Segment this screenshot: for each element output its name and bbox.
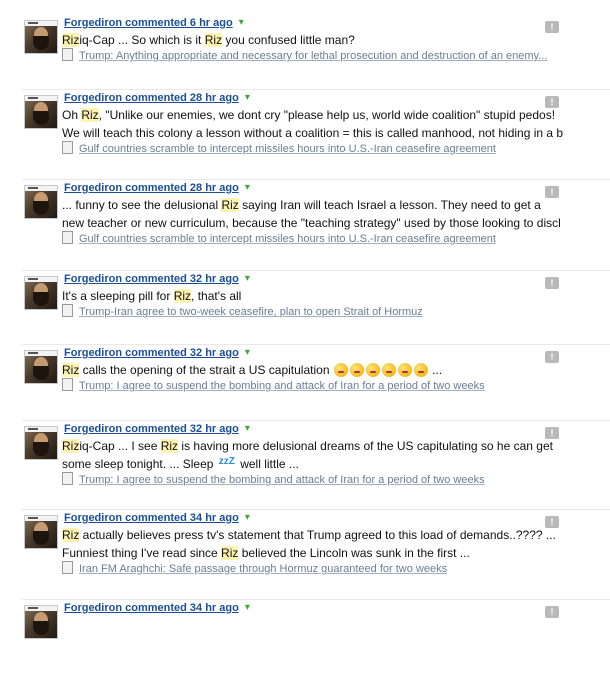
comment-author-link[interactable]: Forgediron commented 32 hr ago <box>64 423 239 435</box>
user-avatar[interactable] <box>24 515 58 549</box>
article-title: Gulf countries scramble to intercept mis… <box>79 143 496 155</box>
comment-text: Riz actually believes press tv's stateme… <box>62 526 610 562</box>
article-source-link[interactable]: Trump: Anything appropriate and necessar… <box>62 48 547 62</box>
document-icon <box>62 561 73 574</box>
comment-text-segment: It's a sleeping pill for <box>62 289 174 303</box>
comment-text-segment: new teacher or new curriculum, because t… <box>62 216 561 230</box>
comment-item: Forgediron commented 34 hr ago ▾! Riz actu… <box>0 509 610 589</box>
emoji-icon <box>413 363 428 377</box>
comment-text-segment: is having more delusional dreams of the … <box>178 439 553 453</box>
highlighted-term: Riz <box>160 439 179 453</box>
article-source-link[interactable]: Iran FM Araghchi: Safe passage through H… <box>62 561 447 575</box>
comment-text-segment: iq-Cap ... I see <box>79 439 161 453</box>
document-icon <box>62 231 73 244</box>
document-icon <box>62 141 73 154</box>
user-avatar[interactable] <box>24 276 58 310</box>
comment-text-segment: iq-Cap ... So which is it <box>79 33 205 47</box>
dropdown-arrow-icon[interactable]: ▾ <box>245 512 250 523</box>
comment-author-link[interactable]: Forgediron commented 34 hr ago <box>64 512 239 524</box>
user-avatar[interactable] <box>24 20 58 54</box>
article-title: Trump: I agree to suspend the bombing an… <box>79 380 485 392</box>
highlighted-term: Riz <box>62 363 80 377</box>
dropdown-arrow-icon[interactable]: ▾ <box>245 423 250 434</box>
comment-author-link[interactable]: Forgediron commented 28 hr ago <box>64 182 239 194</box>
emoji-icon <box>349 363 364 377</box>
comment-text-segment: ... <box>428 363 443 377</box>
article-source-link[interactable]: Gulf countries scramble to intercept mis… <box>62 141 496 155</box>
comment-item: Forgediron commented 32 hr ago ▾! It's a s… <box>0 270 610 350</box>
comment-text: ... funny to see the delusional Riz sayi… <box>62 196 610 232</box>
user-avatar[interactable] <box>24 426 58 460</box>
article-title: Trump-Iran agree to two-week ceasefire, … <box>79 306 423 318</box>
highlighted-term: Riz <box>62 528 80 542</box>
comment-text-segment: believed the Lincoln was sunk in the fir… <box>238 546 470 560</box>
highlighted-term: Riz <box>62 439 80 453</box>
comment-item: Forgediron commented 34 hr ago ▾! <box>0 599 610 679</box>
highlighted-term: Riz <box>204 33 223 47</box>
comment-text-segment: We will teach this colony a lesson witho… <box>62 126 564 140</box>
user-avatar[interactable] <box>24 185 58 219</box>
user-avatar[interactable] <box>24 95 58 129</box>
comment-text-segment: some sleep tonight. ... Sleep <box>62 457 217 471</box>
article-source-link[interactable]: Gulf countries scramble to intercept mis… <box>62 231 496 245</box>
dropdown-arrow-icon[interactable]: ▾ <box>245 602 250 613</box>
comment-item: Forgediron commented 32 hr ago ▾! Riziq-Ca… <box>0 420 610 500</box>
comment-text-segment: , that's all <box>191 289 242 303</box>
comment-text: It's a sleeping pill for Riz, that's all <box>62 287 610 305</box>
comment-text-segment: saying Iran will teach Israel a lesson. … <box>238 198 541 212</box>
article-source-link[interactable]: Trump: I agree to suspend the bombing an… <box>62 472 485 486</box>
comment-text: Riziq-Cap ... I see Riz is having more d… <box>62 437 610 475</box>
comment-text: Riz calls the opening of the strait a US… <box>62 361 610 379</box>
comment-author-link[interactable]: Forgediron commented 28 hr ago <box>64 92 239 104</box>
comment-author-link[interactable]: Forgediron commented 6 hr ago <box>64 17 233 29</box>
report-flag-icon[interactable]: ! <box>545 606 559 618</box>
emoji-icon <box>333 363 348 377</box>
emoji-icon <box>365 363 380 377</box>
article-source-link[interactable]: Trump-Iran agree to two-week ceasefire, … <box>62 304 423 318</box>
document-icon <box>62 304 73 317</box>
emoji-icon <box>381 363 396 377</box>
dropdown-arrow-icon[interactable]: ▾ <box>245 182 250 193</box>
comment-text-segment: , "Unlike our enemies, we dont cry "plea… <box>98 108 556 122</box>
comment-text-segment: well little ... <box>236 457 299 471</box>
dropdown-arrow-icon[interactable]: ▾ <box>245 347 250 358</box>
highlighted-term: Riz <box>81 108 99 122</box>
highlighted-term: Riz <box>173 289 192 303</box>
comment-item: Forgediron commented 32 hr ago ▾! Riz call… <box>0 344 610 424</box>
comment-text: Riziq-Cap ... So which is it Riz you con… <box>62 31 610 49</box>
comment-item: Forgediron commented 28 hr ago ▾! Oh Riz, … <box>0 89 610 169</box>
dropdown-arrow-icon[interactable]: ▾ <box>245 92 250 103</box>
article-title: Trump: I agree to suspend the bombing an… <box>79 474 485 486</box>
comment-item: Forgediron commented 6 hr ago ▾! Riziq-Cap… <box>0 14 610 94</box>
comment-text-segment: you confused little man? <box>222 33 355 47</box>
highlighted-term: Riz <box>221 546 239 560</box>
comment-item: Forgediron commented 28 hr ago ▾!... funn… <box>0 179 610 259</box>
comment-author-link[interactable]: Forgediron commented 32 hr ago <box>64 273 239 285</box>
emoji-icon <box>397 363 412 377</box>
article-title: Gulf countries scramble to intercept mis… <box>79 233 496 245</box>
comment-author-link[interactable]: Forgediron commented 32 hr ago <box>64 347 239 359</box>
user-avatar[interactable] <box>24 350 58 384</box>
document-icon <box>62 378 73 391</box>
document-icon <box>62 48 73 61</box>
dropdown-arrow-icon[interactable]: ▾ <box>239 17 244 28</box>
article-title: Trump: Anything appropriate and necessar… <box>79 50 548 62</box>
article-source-link[interactable]: Trump: I agree to suspend the bombing an… <box>62 378 485 392</box>
document-icon <box>62 472 73 485</box>
article-title: Iran FM Araghchi: Safe passage through H… <box>79 563 448 575</box>
comment-text-segment: ... funny to see the delusional <box>62 198 222 212</box>
comment-text-segment: calls the opening of the strait a US cap… <box>79 363 333 377</box>
sleep-emoji-icon: zzZ <box>218 456 235 467</box>
comment-feed: Forgediron commented 6 hr ago ▾! Riziq-Cap… <box>0 0 610 639</box>
comment-author-link[interactable]: Forgediron commented 34 hr ago <box>64 602 239 614</box>
comment-text-segment: actually believes press tv's statement t… <box>79 528 556 542</box>
highlighted-term: Riz <box>221 198 239 212</box>
comment-text-segment: Oh <box>62 108 82 122</box>
comment-text: Oh Riz, "Unlike our enemies, we dont cry… <box>62 106 610 142</box>
dropdown-arrow-icon[interactable]: ▾ <box>245 273 250 284</box>
highlighted-term: Riz <box>62 33 80 47</box>
comment-text-segment: Funniest thing I've read since <box>62 546 222 560</box>
user-avatar[interactable] <box>24 605 58 639</box>
